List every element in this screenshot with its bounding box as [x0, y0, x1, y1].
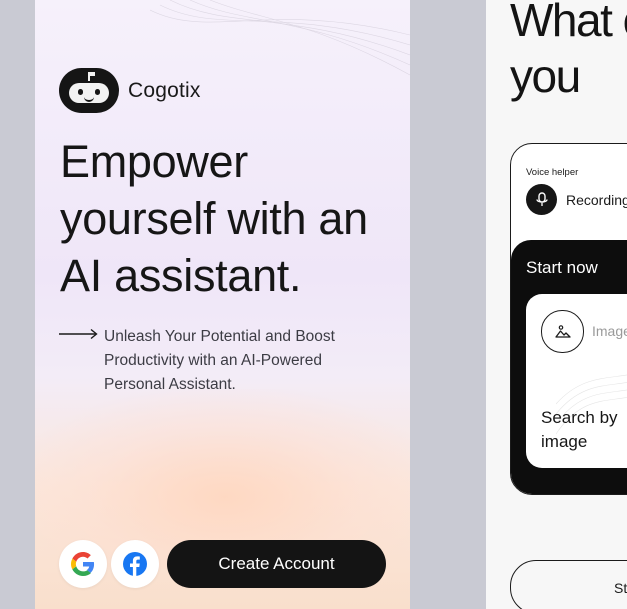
- search-by-image-label: Search by image: [541, 408, 618, 451]
- subtitle: Unleash Your Potential and Boost Product…: [104, 328, 335, 393]
- features-screen: What c for you Voice helper Recording St…: [486, 0, 627, 609]
- voice-helper-label: Voice helper: [526, 167, 579, 178]
- facebook-icon: [123, 552, 147, 576]
- subtitle-row: Unleash Your Potential and Boost Product…: [59, 325, 364, 397]
- headline: Empower yourself with an AI assistant.: [60, 136, 368, 301]
- recording-label: Recording: [566, 192, 627, 208]
- start-now-label: Start now: [526, 258, 598, 277]
- create-account-button[interactable]: Create Account: [167, 540, 386, 588]
- microphone-button[interactable]: [526, 184, 557, 215]
- microphone-icon: [535, 191, 548, 206]
- brand: Cogotix: [59, 68, 201, 113]
- start-button[interactable]: St: [510, 560, 627, 609]
- google-icon: [71, 552, 95, 576]
- onboarding-screen: Cogotix Empower yourself with an AI assi…: [35, 0, 410, 609]
- start-now-panel[interactable]: Start now Image Search by image: [511, 240, 627, 494]
- image-upload-button[interactable]: [541, 310, 584, 353]
- search-by-image-card[interactable]: Image Search by image: [526, 294, 627, 468]
- robot-logo-icon: [59, 68, 119, 113]
- image-icon: [554, 324, 571, 338]
- brand-name: Cogotix: [128, 78, 201, 102]
- start-button-label: St: [614, 580, 627, 596]
- facebook-signin-button[interactable]: [111, 540, 159, 588]
- assistant-card: Voice helper Recording Start now Imag Se…: [510, 143, 627, 495]
- google-signin-button[interactable]: [59, 540, 107, 588]
- image-label: Image: [592, 323, 627, 339]
- features-title: What c for you: [510, 0, 627, 102]
- arrow-right-icon: [59, 328, 98, 340]
